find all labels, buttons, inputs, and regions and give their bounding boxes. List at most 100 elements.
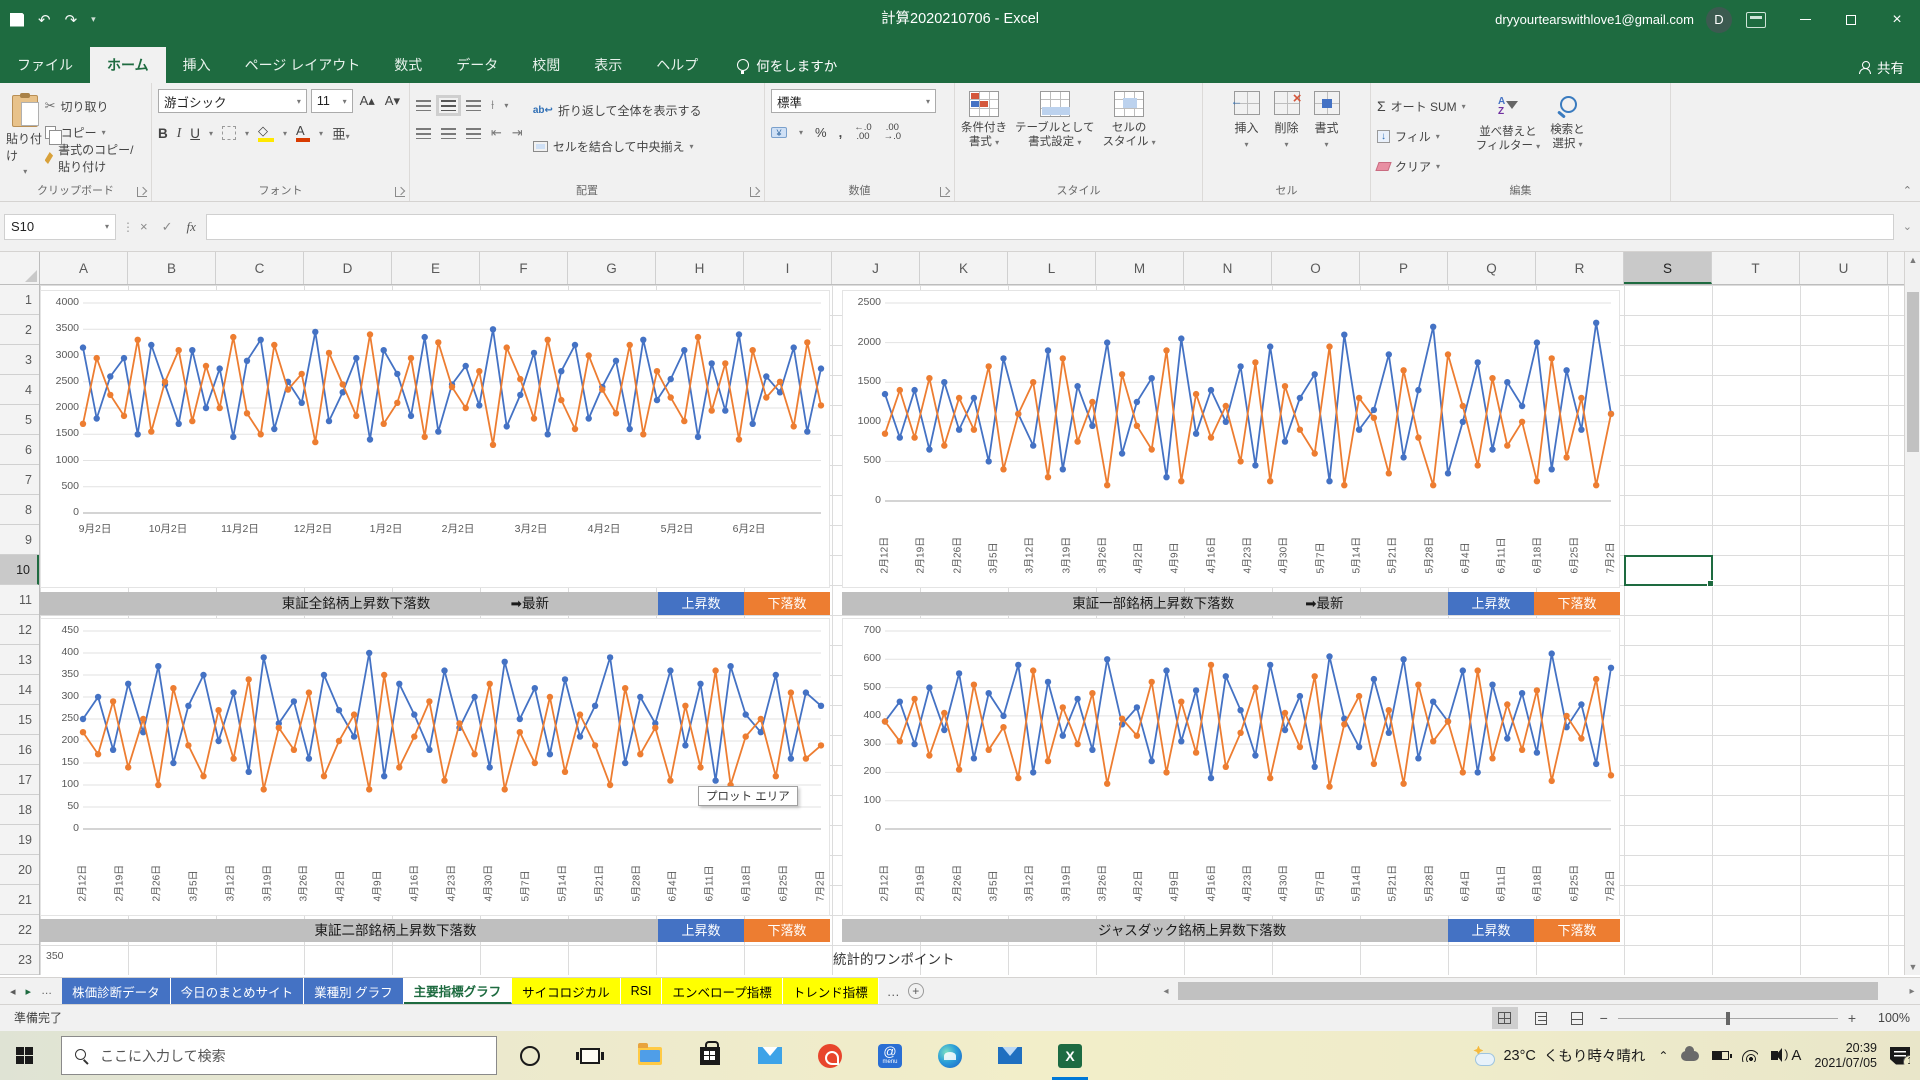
tray-expand-icon[interactable]: ⌃ — [1658, 1049, 1668, 1063]
sheet-tab-業種別 グラフ[interactable]: 業種別 グラフ — [304, 978, 403, 1004]
column-header-J[interactable]: J — [832, 252, 920, 284]
select-all-corner[interactable] — [0, 252, 40, 285]
column-header-F[interactable]: F — [480, 252, 568, 284]
column-header-M[interactable]: M — [1096, 252, 1184, 284]
column-header-K[interactable]: K — [920, 252, 1008, 284]
underline-button[interactable]: U — [190, 126, 200, 141]
file-explorer-icon[interactable] — [620, 1031, 680, 1080]
column-header-E[interactable]: E — [392, 252, 480, 284]
zoom-out-icon[interactable]: − — [1600, 1010, 1608, 1026]
start-button[interactable] — [0, 1031, 48, 1080]
align-top-icon[interactable] — [416, 100, 431, 111]
fill-color-icon[interactable]: ◇ — [258, 125, 274, 142]
increase-font-icon[interactable]: A▴ — [357, 93, 378, 109]
column-header-U[interactable]: U — [1800, 252, 1888, 284]
increase-decimal-icon[interactable]: ←.0.00 — [854, 123, 871, 141]
zoom-slider[interactable] — [1618, 1018, 1838, 1019]
row-header-16[interactable]: 16 — [0, 735, 39, 765]
align-middle-icon[interactable] — [441, 100, 456, 111]
column-header-R[interactable]: R — [1536, 252, 1624, 284]
ribbon-tab-ページ レイアウト[interactable]: ページ レイアウト — [228, 47, 378, 83]
increase-indent-icon[interactable]: ⇥ — [512, 125, 523, 141]
row-header-23[interactable]: 23 — [0, 945, 39, 975]
ribbon-tab-挿入[interactable]: 挿入 — [166, 47, 228, 83]
row-header-8[interactable]: 8 — [0, 495, 39, 525]
orientation-icon[interactable]: ⟊ — [491, 97, 494, 113]
paste-button[interactable]: 貼り付け ▾ — [6, 89, 45, 179]
row-header-13[interactable]: 13 — [0, 645, 39, 675]
expand-formula-bar-icon[interactable]: ⌄ — [1903, 220, 1912, 233]
currency-format-icon[interactable]: ¥ — [771, 127, 787, 138]
insert-cells-button[interactable]: 挿入▾ — [1234, 91, 1260, 179]
decrease-font-icon[interactable]: A▾ — [382, 93, 403, 109]
find-select-button[interactable]: 検索と選択 ▾ — [1550, 89, 1585, 179]
collapse-ribbon-icon[interactable]: ⌃ — [1903, 184, 1912, 197]
ribbon-tab-数式[interactable]: 数式 — [377, 47, 439, 83]
align-left-icon[interactable] — [416, 128, 431, 139]
conditional-formatting-button[interactable]: 条件付き書式 ▾ — [961, 91, 1007, 179]
vertical-scroll-thumb[interactable] — [1907, 292, 1919, 452]
wifi-icon[interactable] — [1742, 1050, 1758, 1062]
action-center-icon[interactable]: 1 — [1890, 1047, 1910, 1065]
row-header-18[interactable]: 18 — [0, 795, 39, 825]
sheet-grid[interactable] — [40, 285, 1904, 975]
clipboard-dialog-launcher[interactable] — [137, 187, 147, 197]
clear-button[interactable]: クリア▾ — [1377, 153, 1466, 179]
wrap-text-button[interactable]: ab↩折り返して全体を表示する — [533, 97, 702, 123]
sheet-more-icon[interactable]: … — [887, 984, 900, 999]
autosum-button[interactable]: Σオート SUM▾ — [1377, 93, 1466, 119]
font-name-select[interactable]: 游ゴシック▾ — [158, 89, 307, 113]
row-header-17[interactable]: 17 — [0, 765, 39, 795]
row-header-9[interactable]: 9 — [0, 525, 39, 555]
sheet-tab-株価診断データ[interactable]: 株価診断データ — [62, 978, 171, 1004]
cut-button[interactable]: ✂切り取り — [45, 93, 145, 119]
zoom-level[interactable]: 100% — [1866, 1011, 1910, 1025]
sheet-tab-サイコロジカル[interactable]: サイコロジカル — [512, 978, 621, 1004]
fill-button[interactable]: ↓フィル▾ — [1377, 123, 1466, 149]
column-header-B[interactable]: B — [128, 252, 216, 284]
microsoft-store-icon[interactable] — [680, 1031, 740, 1080]
column-header-G[interactable]: G — [568, 252, 656, 284]
ribbon-tab-ファイル[interactable]: ファイル — [0, 47, 90, 83]
format-cells-button[interactable]: 書式▾ — [1314, 91, 1340, 179]
minimize-button[interactable] — [1782, 0, 1828, 39]
phonetic-guide-icon[interactable]: 亜▾ — [332, 123, 350, 143]
clock[interactable]: 20:39 2021/07/05 — [1814, 1041, 1877, 1071]
mail-icon[interactable] — [740, 1031, 800, 1080]
align-right-icon[interactable] — [466, 128, 481, 139]
account-avatar[interactable]: D — [1706, 7, 1732, 33]
row-header-2[interactable]: 2 — [0, 315, 39, 345]
row-header-7[interactable]: 7 — [0, 465, 39, 495]
sheet-nav-left-icon[interactable]: ◂ — [10, 985, 16, 998]
italic-button[interactable]: I — [177, 125, 182, 141]
onedrive-icon[interactable] — [1681, 1051, 1699, 1061]
red-circle-app-icon[interactable] — [800, 1031, 860, 1080]
normal-view-icon[interactable] — [1492, 1007, 1518, 1029]
task-view-icon[interactable] — [560, 1031, 620, 1080]
column-header-L[interactable]: L — [1008, 252, 1096, 284]
sheet-nav-right-icon[interactable]: ▸ — [26, 985, 32, 998]
bold-button[interactable]: B — [158, 126, 168, 141]
row-header-20[interactable]: 20 — [0, 855, 39, 885]
excel-icon[interactable] — [1040, 1031, 1100, 1080]
battery-icon[interactable] — [1712, 1051, 1729, 1060]
number-format-select[interactable]: 標準▾ — [771, 89, 936, 113]
row-header-1[interactable]: 1 — [0, 285, 39, 315]
decrease-indent-icon[interactable]: ⇤ — [491, 125, 502, 141]
column-header-P[interactable]: P — [1360, 252, 1448, 284]
weather-widget[interactable]: 23°C くもり時々晴れ — [1471, 1045, 1645, 1066]
scroll-right-icon[interactable]: ▸ — [1904, 978, 1920, 1004]
enter-formula-icon[interactable]: ✓ — [162, 219, 173, 235]
row-header-15[interactable]: 15 — [0, 705, 39, 735]
row-header-10[interactable]: 10 — [0, 555, 39, 585]
name-box[interactable]: S10▾ — [4, 214, 116, 240]
row-header-6[interactable]: 6 — [0, 435, 39, 465]
sheet-tab-今日のまとめサイト[interactable]: 今日のまとめサイト — [171, 978, 305, 1004]
vertical-scrollbar[interactable]: ▲ ▼ — [1904, 252, 1920, 975]
column-header-N[interactable]: N — [1184, 252, 1272, 284]
sort-filter-button[interactable]: AZ 並べ替えとフィルター ▾ — [1476, 89, 1541, 179]
new-sheet-icon[interactable]: + — [908, 983, 924, 999]
column-header-S[interactable]: S — [1624, 252, 1712, 284]
percent-format-icon[interactable]: % — [815, 125, 827, 140]
row-header-5[interactable]: 5 — [0, 405, 39, 435]
